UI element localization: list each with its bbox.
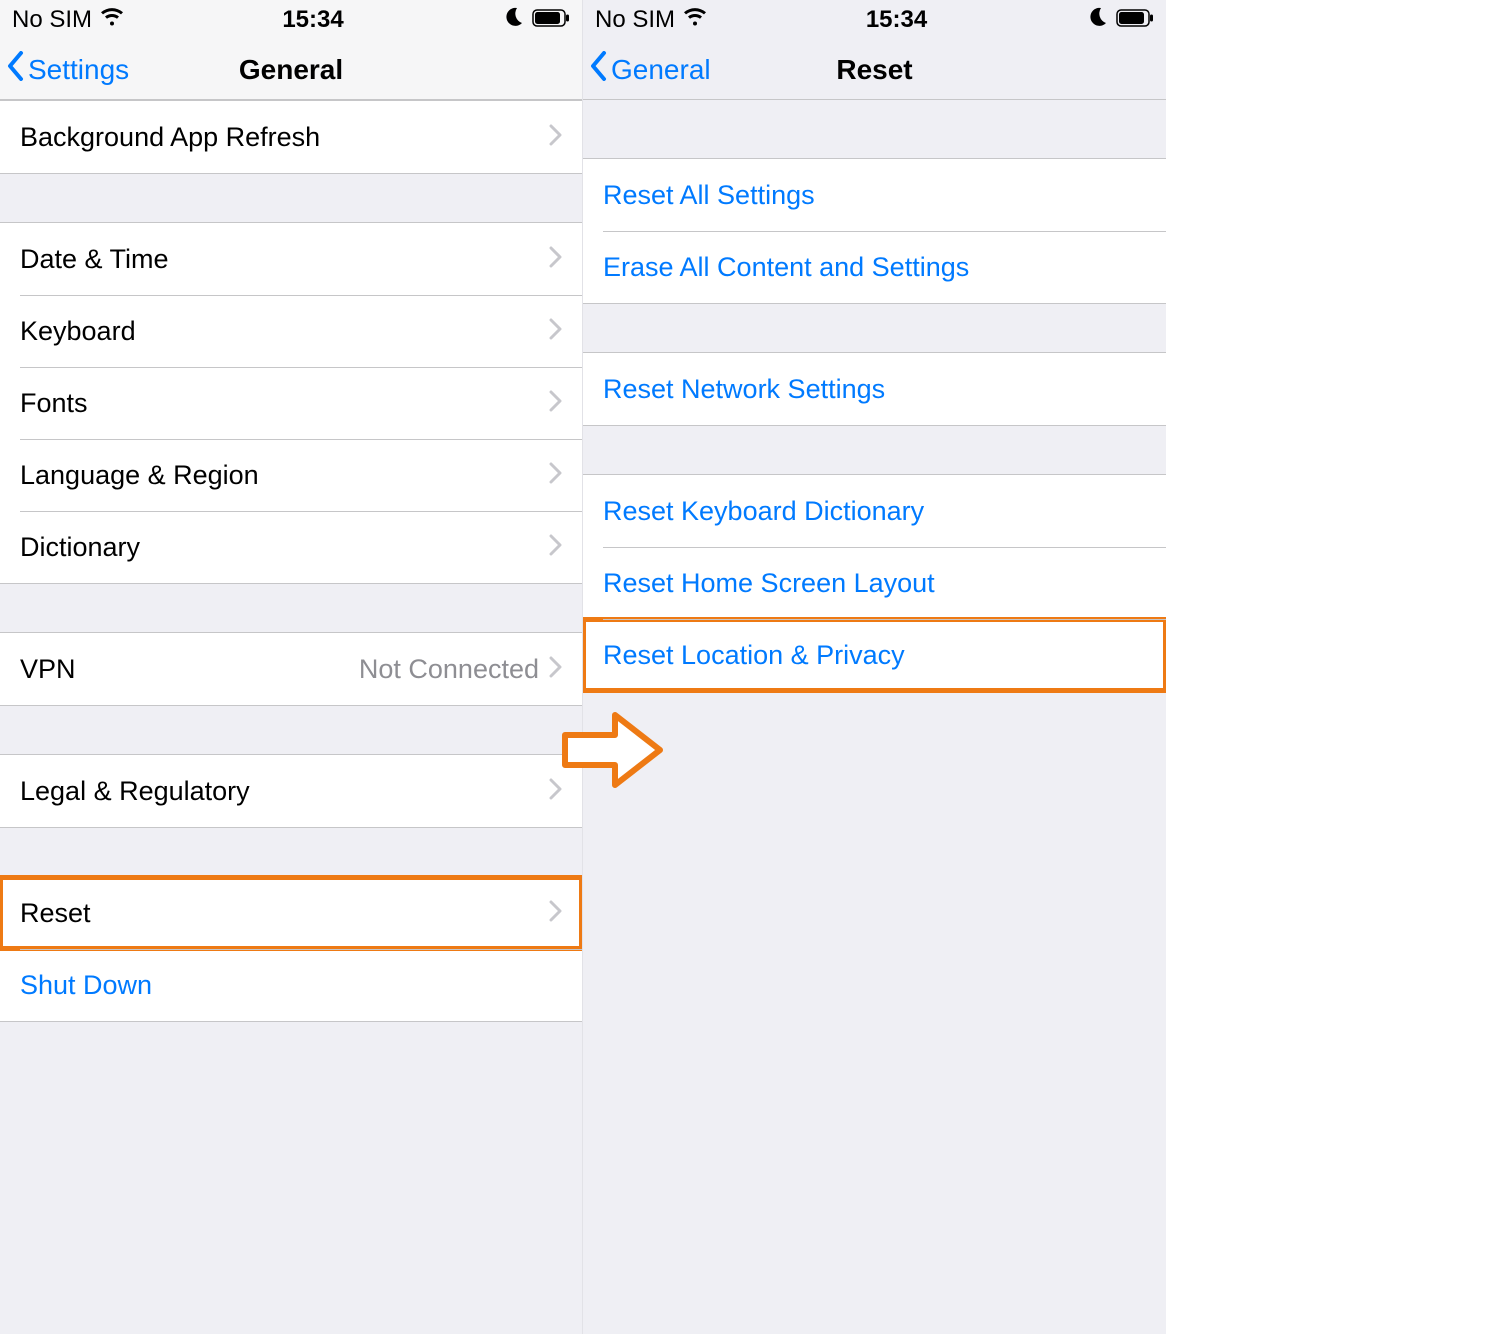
back-label: Settings — [28, 54, 129, 86]
chevron-right-icon — [549, 244, 562, 275]
row-label: Date & Time — [20, 244, 549, 275]
row-label: Legal & Regulatory — [20, 776, 549, 807]
wifi-icon — [100, 6, 124, 34]
row-reset-location-privacy[interactable]: Reset Location & Privacy — [583, 619, 1166, 691]
row-reset-all-settings[interactable]: Reset All Settings — [583, 159, 1166, 231]
row-fonts[interactable]: Fonts — [0, 367, 582, 439]
clock: 15:34 — [282, 6, 343, 34]
row-erase-all-content[interactable]: Erase All Content and Settings — [583, 231, 1166, 303]
row-date-time[interactable]: Date & Time — [0, 223, 582, 295]
chevron-right-icon — [549, 316, 562, 347]
row-detail: Not Connected — [359, 654, 539, 685]
chevron-right-icon — [549, 532, 562, 563]
carrier-text: No SIM — [595, 6, 675, 34]
settings-list: Background App Refresh Date & Time Keybo… — [0, 100, 582, 1022]
row-label: Reset All Settings — [603, 180, 1146, 211]
row-reset-keyboard-dictionary[interactable]: Reset Keyboard Dictionary — [583, 475, 1166, 547]
chevron-right-icon — [549, 654, 562, 685]
status-bar: No SIM 15:34 — [583, 0, 1166, 40]
chevron-right-icon — [549, 898, 562, 929]
nav-bar: Settings General — [0, 40, 582, 100]
chevron-right-icon — [549, 122, 562, 153]
battery-icon — [532, 6, 570, 34]
row-label: Erase All Content and Settings — [603, 252, 1146, 283]
row-keyboard[interactable]: Keyboard — [0, 295, 582, 367]
row-dictionary[interactable]: Dictionary — [0, 511, 582, 583]
dnd-moon-icon — [502, 6, 524, 35]
chevron-left-icon — [589, 51, 607, 88]
back-label: General — [611, 54, 711, 86]
reset-list: Reset All Settings Erase All Content and… — [583, 100, 1166, 692]
row-legal-regulatory[interactable]: Legal & Regulatory — [0, 755, 582, 827]
status-bar: No SIM 15:34 — [0, 0, 582, 40]
row-label: Dictionary — [20, 532, 549, 563]
row-background-app-refresh[interactable]: Background App Refresh — [0, 101, 582, 173]
back-button[interactable]: Settings — [0, 51, 129, 88]
back-button[interactable]: General — [583, 51, 711, 88]
chevron-right-icon — [549, 460, 562, 491]
chevron-right-icon — [549, 776, 562, 807]
nav-bar: General Reset — [583, 40, 1166, 100]
row-vpn[interactable]: VPN Not Connected — [0, 633, 582, 705]
row-label: Reset Keyboard Dictionary — [603, 496, 1146, 527]
carrier-text: No SIM — [12, 6, 92, 34]
row-language-region[interactable]: Language & Region — [0, 439, 582, 511]
row-label: Reset Network Settings — [603, 374, 1146, 405]
row-label: Keyboard — [20, 316, 549, 347]
row-label: Language & Region — [20, 460, 549, 491]
gutter — [1166, 0, 1500, 1334]
row-label: Reset Location & Privacy — [603, 640, 1146, 671]
row-reset-home-screen-layout[interactable]: Reset Home Screen Layout — [583, 547, 1166, 619]
row-reset[interactable]: Reset — [0, 877, 582, 949]
row-label: Reset Home Screen Layout — [603, 568, 1146, 599]
screen-general: No SIM 15:34 Settings — [0, 0, 583, 1334]
wifi-icon — [683, 6, 707, 34]
row-label: Reset — [20, 898, 549, 929]
row-reset-network-settings[interactable]: Reset Network Settings — [583, 353, 1166, 425]
row-shut-down[interactable]: Shut Down — [0, 949, 582, 1021]
screen-reset: No SIM 15:34 General — [583, 0, 1166, 1334]
row-label: Background App Refresh — [20, 122, 549, 153]
chevron-left-icon — [6, 51, 24, 88]
clock: 15:34 — [866, 6, 927, 34]
row-label: VPN — [20, 654, 359, 685]
battery-icon — [1116, 6, 1154, 34]
dnd-moon-icon — [1086, 6, 1108, 35]
row-label: Shut Down — [20, 970, 562, 1001]
row-label: Fonts — [20, 388, 549, 419]
chevron-right-icon — [549, 388, 562, 419]
